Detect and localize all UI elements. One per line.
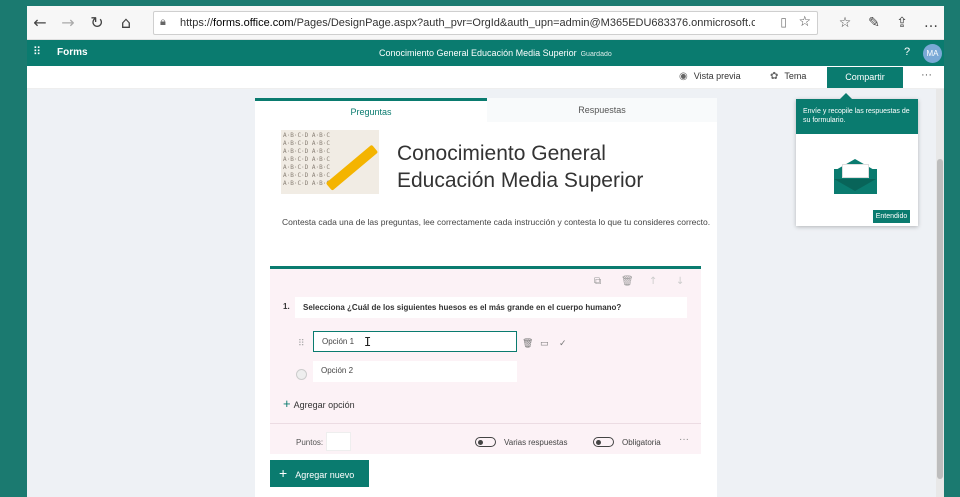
- saved-status: Guardado: [580, 51, 612, 58]
- text-cursor-icon: I: [364, 335, 372, 349]
- favorites-icon[interactable]: ☆: [835, 13, 855, 33]
- help-icon[interactable]: ?: [904, 46, 910, 58]
- share-callout: Envíe y recopile las respuestas de su fo…: [796, 93, 918, 226]
- plus-icon: +: [283, 396, 291, 411]
- back-icon[interactable]: ←: [29, 12, 51, 34]
- avatar[interactable]: MA: [923, 44, 942, 63]
- command-bar: ◉ Vista previa ✿ Tema Compartir ···: [27, 66, 944, 89]
- option-field[interactable]: Opción 1 I: [313, 331, 517, 352]
- drag-handle-icon[interactable]: ⠿: [298, 339, 305, 349]
- copy-icon[interactable]: ⧉: [594, 276, 601, 287]
- option-text: Opción 1: [322, 337, 355, 346]
- browser-window: ← → ↻ ⌂ 🔒︎ https://forms.office.com/Page…: [27, 6, 944, 497]
- palette-icon: ✿: [770, 71, 779, 82]
- form-description[interactable]: Contesta cada una de las preguntas, lee …: [282, 217, 710, 227]
- url-text[interactable]: https://forms.office.com/Pages/DesignPag…: [180, 17, 755, 29]
- more-icon[interactable]: …: [921, 13, 941, 33]
- forward-icon[interactable]: →: [57, 12, 79, 34]
- envelope-icon: [834, 159, 877, 194]
- scroll-thumb[interactable]: [937, 159, 943, 479]
- refresh-icon[interactable]: ↻: [86, 12, 108, 34]
- move-down-icon[interactable]: ↓: [676, 276, 684, 287]
- question-more-button[interactable]: ···: [679, 434, 689, 445]
- scrollbar[interactable]: [936, 89, 944, 497]
- form-header-image[interactable]: A·B·C·D A·B·C A·B·C·D A·B·C A·B·C·D A·B·…: [281, 130, 379, 194]
- required-label: Obligatoria: [622, 438, 661, 447]
- preview-button[interactable]: ◉ Vista previa: [679, 71, 741, 82]
- callout-text: Envíe y recopile las respuestas de su fo…: [796, 99, 918, 134]
- comment-icon[interactable]: ▭: [540, 339, 549, 349]
- reader-icon[interactable]: ▯: [780, 15, 787, 29]
- home-icon[interactable]: ⌂: [115, 12, 137, 34]
- question-text: Selecciona ¿Cuál de los siguientes hueso…: [303, 303, 622, 312]
- form-title[interactable]: Conocimiento General Educación Media Sup…: [397, 140, 697, 194]
- share-button[interactable]: Compartir: [827, 67, 903, 88]
- check-icon[interactable]: ✓: [559, 339, 567, 349]
- eye-icon: ◉: [679, 71, 688, 82]
- share-icon[interactable]: ⇪: [892, 13, 912, 33]
- app-name[interactable]: Forms: [57, 47, 88, 58]
- tab-responses[interactable]: Respuestas: [487, 98, 717, 122]
- delete-icon[interactable]: 🗑︎: [621, 276, 634, 287]
- delete-option-icon[interactable]: 🗑︎: [522, 339, 533, 349]
- question-card[interactable]: ⧉ 🗑︎ ↑ ↓ 1. Selecciona ¿Cuál de los sigu…: [270, 266, 701, 454]
- option-field[interactable]: Opción 2: [313, 361, 517, 382]
- more-options-button[interactable]: ···: [921, 69, 932, 81]
- move-up-icon[interactable]: ↑: [649, 276, 657, 287]
- star-icon[interactable]: ☆: [798, 14, 811, 30]
- theme-button[interactable]: ✿ Tema: [770, 71, 806, 82]
- form-card: Preguntas Respuestas A·B·C·D A·B·C A·B·C…: [255, 98, 717, 497]
- got-it-button[interactable]: Entendido: [873, 210, 910, 223]
- radio-button[interactable]: [296, 369, 307, 380]
- question-footer: Puntos: Varias respuestas Obligatoria ··…: [270, 423, 701, 457]
- pencil-graphic: [325, 144, 379, 191]
- option-text: Opción 2: [321, 366, 354, 375]
- answer-sheet-graphic: A·B·C·D A·B·C A·B·C·D A·B·C A·B·C·D A·B·…: [283, 132, 330, 187]
- document-title: Conocimiento General Educación Media Sup…: [379, 48, 612, 58]
- multiple-answers-label: Varias respuestas: [504, 438, 568, 447]
- question-number: 1.: [283, 302, 290, 311]
- app-launcher-icon[interactable]: ⠿: [33, 46, 45, 58]
- multiple-answers-toggle[interactable]: [475, 437, 496, 447]
- points-label: Puntos:: [296, 438, 324, 447]
- lock-icon: 🔒︎: [160, 15, 166, 28]
- add-new-button[interactable]: + Agregar nuevo: [270, 460, 369, 487]
- browser-toolbar: ← → ↻ ⌂ 🔒︎ https://forms.office.com/Page…: [27, 6, 944, 40]
- add-option-button[interactable]: + Agregar opción: [283, 396, 355, 411]
- plus-icon: +: [279, 465, 288, 481]
- tab-questions[interactable]: Preguntas: [255, 98, 487, 122]
- forms-header: ⠿ Forms Conocimiento General Educación M…: [27, 40, 944, 66]
- required-toggle[interactable]: [593, 437, 614, 447]
- question-text-field[interactable]: Selecciona ¿Cuál de los siguientes hueso…: [295, 297, 687, 318]
- points-input[interactable]: [326, 432, 351, 451]
- pen-icon[interactable]: ✎: [864, 13, 884, 33]
- address-bar[interactable]: 🔒︎ https://forms.office.com/Pages/Design…: [153, 11, 818, 35]
